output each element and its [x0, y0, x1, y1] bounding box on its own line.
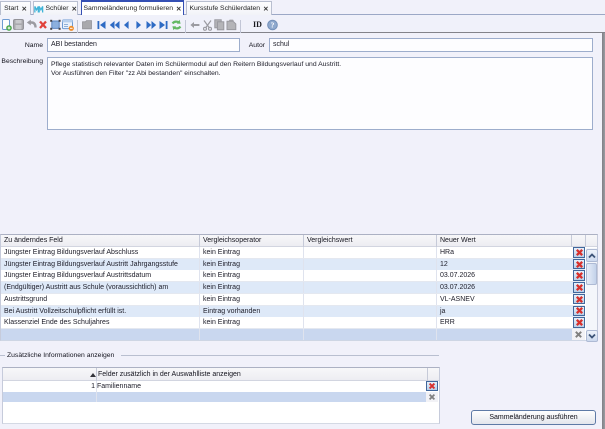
svg-text:?: ? [270, 21, 274, 30]
